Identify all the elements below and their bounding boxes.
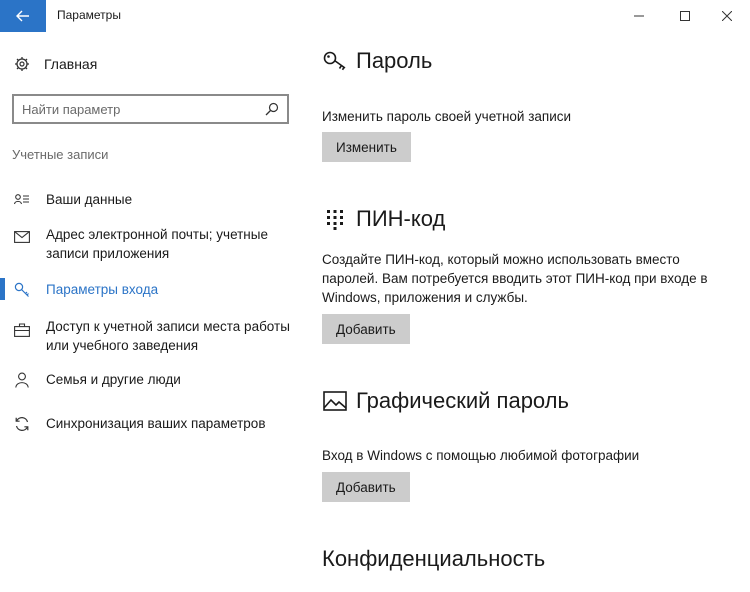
sidebar-item-label: Синхронизация ваших параметров [46,416,266,431]
pin-heading: ПИН-код [322,206,445,232]
picture-password-title: Графический пароль [356,388,569,413]
sidebar-item-sync[interactable]: Синхронизация ваших параметров [12,414,298,434]
arrow-left-icon [16,10,29,22]
change-password-button[interactable]: Изменить [322,132,411,162]
minimize-button[interactable] [620,0,658,32]
sidebar-item-work-access[interactable]: Доступ к учетной записи места работы или… [12,317,298,355]
sidebar-item-label: Доступ к учетной записи места работы или… [46,319,290,353]
sidebar-item-sign-in-options[interactable]: Параметры входа [12,280,298,300]
search-box[interactable] [12,94,289,124]
person-card-icon [12,190,32,210]
add-picture-password-button[interactable]: Добавить [322,472,410,502]
maximize-button[interactable] [666,0,704,32]
picture-icon [322,388,348,414]
nav-home[interactable]: Главная [12,54,97,74]
sidebar-item-email-accounts[interactable]: Адрес электронной почты; учетные записи … [12,225,298,263]
keypad-icon [322,206,348,232]
sidebar: Главная Учетные записи Ваши данные Адрес [0,32,300,592]
sidebar-item-your-info[interactable]: Ваши данные [12,190,298,210]
sidebar-item-family[interactable]: Семья и другие люди [12,370,298,390]
close-icon [722,11,732,21]
key-icon [12,280,32,300]
main-content: Пароль Изменить пароль своей учетной зап… [300,32,750,592]
sync-icon [12,414,32,434]
pin-description: Создайте ПИН-код, который можно использо… [322,252,708,305]
password-title: Пароль [356,48,433,73]
picture-password-heading: Графический пароль [322,388,569,414]
person-icon [12,370,32,390]
sidebar-item-label: Ваши данные [46,192,133,207]
mail-icon [12,227,32,247]
title-bar: Параметры [0,0,750,32]
section-label: Учетные записи [12,147,109,162]
picture-password-description: Вход в Windows с помощью любимой фотогра… [322,448,640,463]
minimize-icon [634,15,644,17]
search-icon[interactable] [265,102,279,116]
briefcase-icon [12,320,32,340]
add-pin-button[interactable]: Добавить [322,314,410,344]
sidebar-item-label: Параметры входа [46,282,159,297]
search-input[interactable] [22,101,265,117]
nav-home-label: Главная [44,56,98,72]
pin-title: ПИН-код [356,206,446,231]
password-heading: Пароль [322,48,432,74]
active-indicator [0,278,5,300]
gear-icon [12,54,32,74]
maximize-icon [680,11,690,21]
sidebar-item-label: Семья и другие люди [46,372,181,387]
password-description: Изменить пароль своей учетной записи [322,109,572,124]
close-button[interactable] [708,0,746,32]
back-button[interactable] [0,0,46,32]
sidebar-item-label: Адрес электронной почты; учетные записи … [46,227,268,261]
privacy-title: Конфиденциальность [322,546,546,571]
key-icon [322,48,348,74]
window-title: Параметры [57,8,121,22]
